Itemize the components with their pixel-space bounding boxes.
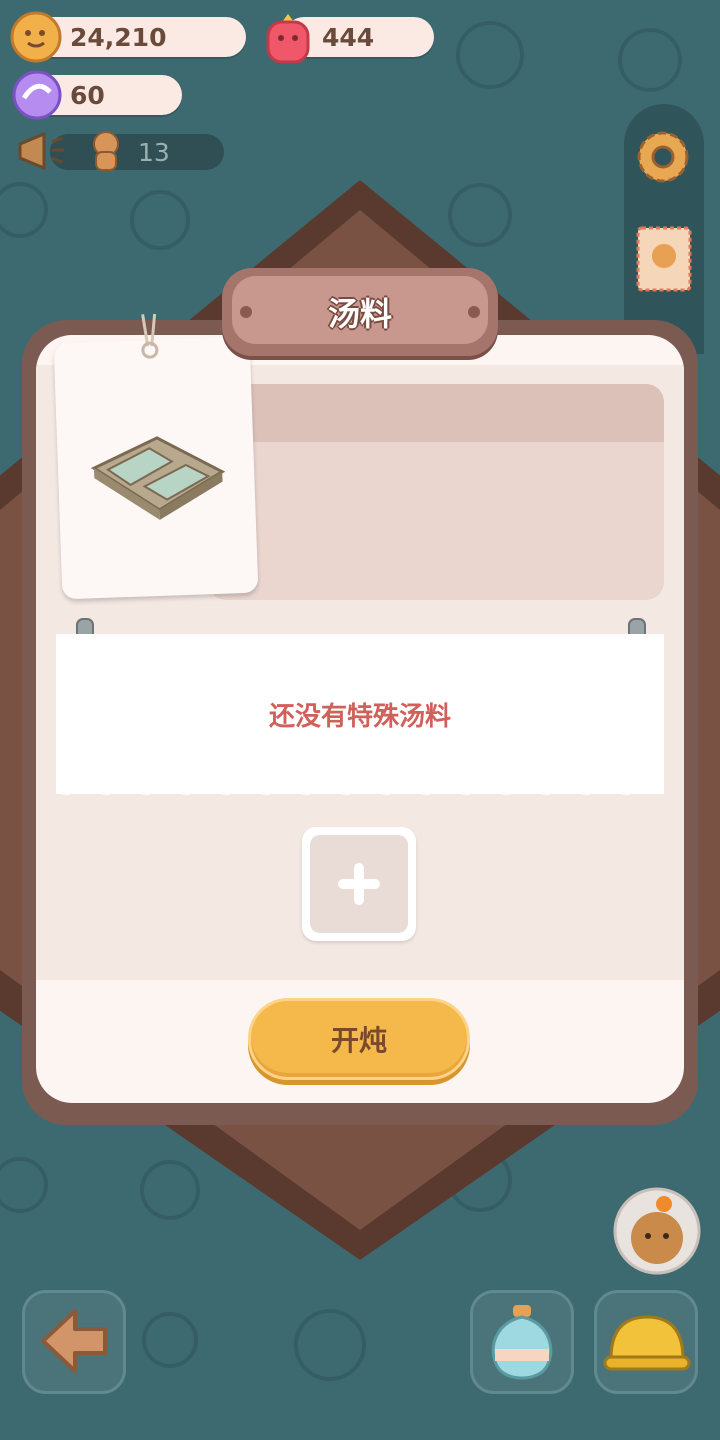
gear-icon[interactable] (632, 126, 694, 188)
empty-note-paper: 还没有特殊汤料 (56, 634, 664, 795)
stamp-icon[interactable] (634, 224, 694, 294)
cookie-count: 24,210 (70, 22, 167, 52)
plus-icon (338, 863, 380, 905)
paper-wavy-edge (56, 786, 664, 795)
cookie-icon (10, 11, 62, 63)
back-button[interactable] (22, 1290, 126, 1394)
info-header-strip (208, 384, 664, 442)
start-stew-button[interactable]: 开炖 (248, 998, 470, 1080)
gingerbread-counter[interactable]: 13 (50, 134, 224, 170)
panel-title: 汤料 (327, 295, 392, 333)
gingerbread-icon (93, 131, 119, 171)
item-tag (53, 313, 259, 600)
strawberry-gem-icon (266, 14, 310, 64)
build-button[interactable] (594, 1290, 698, 1394)
helper-avatar-icon[interactable] (612, 1186, 702, 1276)
megaphone-icon[interactable] (14, 128, 68, 174)
tag-string-icon (141, 313, 159, 359)
stove-rack-icon (90, 436, 226, 520)
candy-count: 60 (70, 80, 105, 110)
add-slot-inner (310, 835, 408, 933)
gingerbread-count: 13 (138, 137, 170, 167)
potion-icon (491, 1305, 553, 1380)
ingredient-info-box (208, 384, 664, 600)
potion-button[interactable] (470, 1290, 574, 1394)
empty-message: 还没有特殊汤料 (268, 702, 451, 732)
add-ingredient-button[interactable] (302, 827, 416, 941)
panel-title-plate: 汤料 (222, 268, 498, 356)
hardhat-icon (603, 1315, 691, 1371)
candy-icon (12, 70, 62, 120)
gem-count: 444 (322, 22, 375, 52)
back-arrow-icon (41, 1309, 107, 1373)
